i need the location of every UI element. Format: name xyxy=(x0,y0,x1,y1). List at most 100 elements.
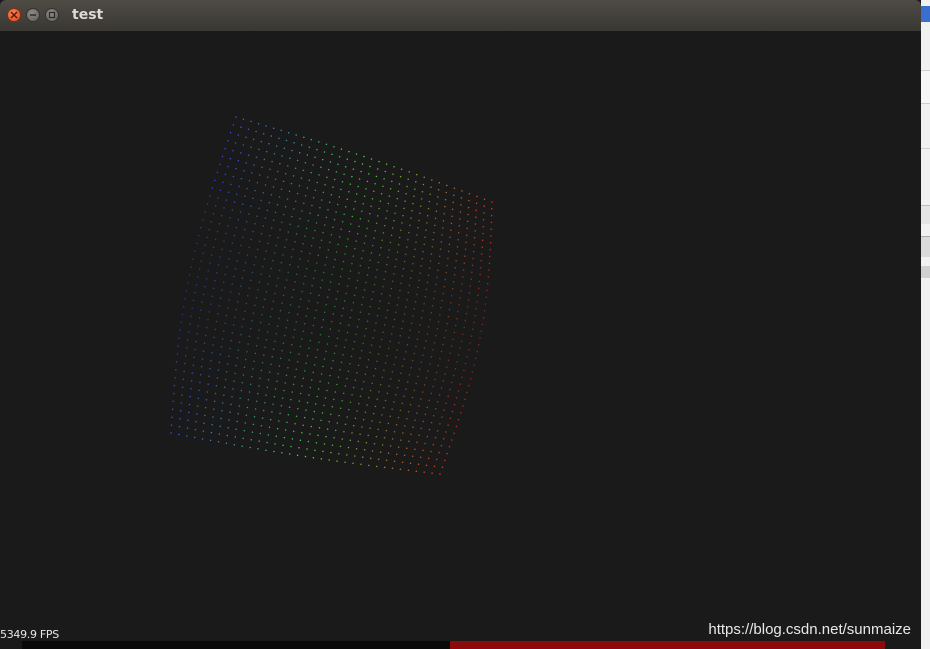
point xyxy=(385,217,387,219)
point xyxy=(408,231,410,234)
point xyxy=(361,456,364,458)
point xyxy=(348,190,350,193)
point xyxy=(329,241,331,244)
point xyxy=(419,324,421,326)
point xyxy=(273,153,276,155)
point xyxy=(221,409,223,412)
point xyxy=(238,185,240,188)
point xyxy=(390,287,393,290)
point xyxy=(211,187,214,189)
point xyxy=(303,136,305,139)
render-viewport[interactable] xyxy=(0,31,921,641)
point xyxy=(209,367,211,370)
point xyxy=(210,254,213,256)
point xyxy=(451,381,453,384)
point xyxy=(418,331,420,333)
point xyxy=(258,207,260,210)
point xyxy=(431,245,434,248)
point xyxy=(243,366,246,368)
point xyxy=(326,296,329,298)
point xyxy=(302,377,305,380)
maximize-icon xyxy=(48,11,56,19)
point-cloud-canvas[interactable] xyxy=(0,31,921,641)
watermark-text: https://blog.csdn.net/sunmaize xyxy=(708,621,911,638)
point xyxy=(453,432,455,434)
point xyxy=(343,213,345,216)
point xyxy=(231,209,234,211)
point xyxy=(435,283,437,286)
point xyxy=(428,267,431,269)
point xyxy=(432,414,435,417)
point xyxy=(461,283,463,285)
minimize-window-button[interactable] xyxy=(26,8,40,22)
point xyxy=(254,304,256,307)
point xyxy=(490,228,492,230)
point xyxy=(379,346,381,348)
point xyxy=(241,203,244,205)
point xyxy=(423,243,425,246)
point xyxy=(392,325,394,328)
point xyxy=(349,401,352,403)
point xyxy=(366,274,369,276)
point xyxy=(211,424,213,426)
point xyxy=(253,164,255,166)
point xyxy=(468,192,471,195)
point xyxy=(407,469,410,472)
point xyxy=(477,344,480,346)
point xyxy=(293,208,295,210)
point xyxy=(362,203,364,205)
point xyxy=(415,181,417,183)
point xyxy=(448,243,451,246)
point xyxy=(355,333,357,336)
point xyxy=(186,435,188,437)
point xyxy=(279,309,282,312)
point xyxy=(355,447,358,450)
point xyxy=(290,256,293,258)
maximize-window-button[interactable] xyxy=(45,8,59,22)
point xyxy=(280,188,283,190)
point xyxy=(212,213,215,215)
point xyxy=(383,466,386,469)
point xyxy=(445,191,447,194)
point xyxy=(378,207,380,210)
point xyxy=(359,395,362,398)
point xyxy=(462,269,465,271)
point xyxy=(255,156,258,158)
point xyxy=(234,316,236,319)
point xyxy=(214,392,217,395)
point xyxy=(390,333,393,335)
point xyxy=(229,411,231,413)
point xyxy=(374,367,377,370)
point xyxy=(332,226,334,228)
point xyxy=(376,360,378,363)
point xyxy=(341,221,344,223)
point xyxy=(395,258,398,261)
point xyxy=(283,436,286,439)
point xyxy=(300,177,303,179)
point xyxy=(396,197,399,200)
point xyxy=(458,303,460,306)
point xyxy=(268,323,270,326)
point xyxy=(352,462,354,465)
point xyxy=(381,414,383,416)
point xyxy=(284,206,287,208)
point xyxy=(370,252,373,254)
title-bar[interactable]: test xyxy=(0,0,921,31)
point xyxy=(200,366,203,368)
point xyxy=(379,200,382,202)
point xyxy=(426,333,429,335)
point xyxy=(335,344,337,347)
point xyxy=(335,298,337,300)
point xyxy=(250,120,252,123)
point xyxy=(463,326,465,329)
point xyxy=(204,211,206,213)
point xyxy=(331,406,334,408)
point xyxy=(205,277,208,280)
close-window-button[interactable] xyxy=(7,8,21,22)
point xyxy=(451,287,454,290)
point xyxy=(194,291,196,294)
point xyxy=(399,468,402,471)
point xyxy=(402,432,404,434)
point xyxy=(316,349,319,351)
point xyxy=(171,416,173,418)
